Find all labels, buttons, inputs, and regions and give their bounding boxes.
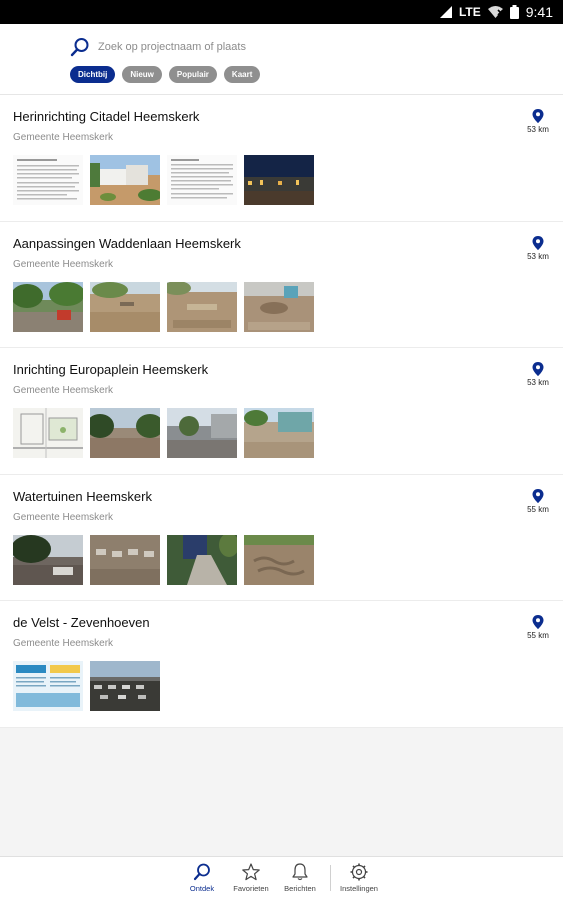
thumbnail-strip xyxy=(13,661,160,711)
photo-thumbnail[interactable] xyxy=(244,281,314,332)
project-title: Herinrichting Citadel Heemskerk xyxy=(13,109,200,124)
tab-label: Ontdek xyxy=(189,884,215,893)
project-list: Herinrichting Citadel Heemskerk Gemeente… xyxy=(0,95,563,728)
battery-icon xyxy=(509,5,519,19)
photo-thumbnail[interactable] xyxy=(244,155,314,205)
photo-thumbnail[interactable] xyxy=(90,661,160,711)
thumbnail-strip xyxy=(13,281,314,332)
photo-thumbnail[interactable] xyxy=(167,281,237,332)
project-card[interactable]: Herinrichting Citadel Heemskerk Gemeente… xyxy=(0,95,563,222)
document-thumbnail[interactable] xyxy=(13,155,83,205)
filter-chip-populair[interactable]: Populair xyxy=(168,66,217,83)
status-bar: LTE 9:41 xyxy=(0,0,563,24)
project-card[interactable]: Aanpassingen Waddenlaan Heemskerk Gemeen… xyxy=(0,221,563,348)
project-title: Aanpassingen Waddenlaan Heemskerk xyxy=(13,235,241,251)
tab-berichten[interactable]: Berichten xyxy=(272,862,328,893)
tab-label: Berichten xyxy=(284,884,316,893)
project-municipality: Gemeente Heemskerk xyxy=(13,385,114,396)
photo-thumbnail[interactable] xyxy=(167,534,237,585)
search-icon xyxy=(193,863,210,881)
filter-chip-kaart[interactable]: Kaart xyxy=(223,66,261,83)
distance-indicator: 53 km xyxy=(523,235,553,261)
photo-thumbnail[interactable] xyxy=(13,281,83,332)
header: Zoek op projectnaam of plaats Dichtbij N… xyxy=(0,24,563,95)
thumbnail-strip xyxy=(13,408,314,458)
bottom-tab-bar: Ontdek Favorieten Berichten Instellingen xyxy=(0,856,563,900)
project-card[interactable]: Watertuinen Heemskerk Gemeente Heemskerk… xyxy=(0,474,563,601)
location-pin-icon xyxy=(532,235,544,250)
search-bar[interactable]: Zoek op projectnaam of plaats xyxy=(70,36,490,58)
photo-thumbnail[interactable] xyxy=(13,534,83,585)
photo-thumbnail[interactable] xyxy=(90,534,160,585)
project-card[interactable]: Inrichting Europaplein Heemskerk Gemeent… xyxy=(0,348,563,475)
distance-label: 55 km xyxy=(527,504,549,514)
filter-chip-nieuw[interactable]: Nieuw xyxy=(122,66,162,83)
map-thumbnail[interactable] xyxy=(13,408,83,458)
distance-label: 53 km xyxy=(527,251,549,261)
network-label: LTE xyxy=(458,5,481,19)
tab-instellingen[interactable]: Instellingen xyxy=(331,862,387,893)
photo-thumbnail[interactable] xyxy=(90,408,160,458)
document-thumbnail[interactable] xyxy=(167,155,237,205)
clock: 9:41 xyxy=(525,4,553,20)
project-title: Watertuinen Heemskerk xyxy=(13,488,152,504)
distance-indicator: 53 km xyxy=(523,109,553,134)
tab-label: Favorieten xyxy=(233,884,269,893)
distance-indicator: 55 km xyxy=(523,615,553,640)
tab-label: Instellingen xyxy=(340,884,378,893)
photo-thumbnail[interactable] xyxy=(244,408,314,458)
distance-indicator: 53 km xyxy=(523,362,553,387)
search-icon xyxy=(70,38,89,57)
project-municipality: Gemeente Heemskerk xyxy=(13,132,114,143)
bell-icon xyxy=(292,863,308,881)
project-title: Inrichting Europaplein Heemskerk xyxy=(13,362,209,377)
photo-thumbnail[interactable] xyxy=(167,408,237,458)
location-pin-icon xyxy=(532,615,544,629)
wifi-icon xyxy=(487,6,503,18)
photo-thumbnail[interactable] xyxy=(90,155,160,205)
signal-icon xyxy=(439,6,452,18)
project-title: de Velst - Zevenhoeven xyxy=(13,615,150,630)
photo-thumbnail[interactable] xyxy=(244,534,314,585)
filter-chip-dichtbij[interactable]: Dichtbij xyxy=(70,66,116,83)
thumbnail-strip xyxy=(13,534,314,585)
search-input[interactable]: Zoek op projectnaam of plaats xyxy=(98,41,246,53)
tab-ontdek[interactable]: Ontdek xyxy=(174,862,230,893)
status-icons: LTE 9:41 xyxy=(439,0,553,24)
project-municipality: Gemeente Heemskerk xyxy=(13,258,114,270)
distance-label: 55 km xyxy=(527,631,549,640)
distance-indicator: 55 km xyxy=(523,488,553,514)
location-pin-icon xyxy=(532,109,544,123)
document-thumbnail[interactable] xyxy=(13,661,83,711)
location-pin-icon xyxy=(532,362,544,376)
star-icon xyxy=(242,863,260,881)
distance-label: 53 km xyxy=(527,125,549,134)
photo-thumbnail[interactable] xyxy=(90,281,160,332)
project-municipality: Gemeente Heemskerk xyxy=(13,638,114,649)
filter-chips: Dichtbij Nieuw Populair Kaart xyxy=(70,66,261,83)
thumbnail-strip xyxy=(13,155,314,205)
project-municipality: Gemeente Heemskerk xyxy=(13,511,114,523)
project-card[interactable]: de Velst - Zevenhoeven Gemeente Heemsker… xyxy=(0,601,563,728)
gear-icon xyxy=(350,863,368,881)
distance-label: 53 km xyxy=(527,378,549,387)
tab-favorieten[interactable]: Favorieten xyxy=(223,862,279,893)
location-pin-icon xyxy=(532,488,544,503)
